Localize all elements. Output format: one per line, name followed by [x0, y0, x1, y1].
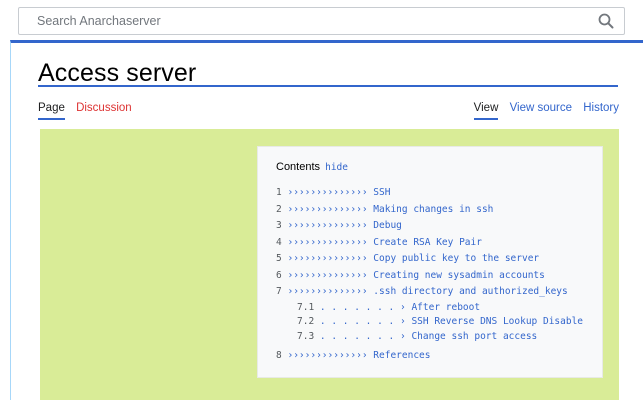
toc-subitem[interactable]: 7.1 . . . . . . . › After reboot [276, 301, 583, 316]
page-frame: Access server Page Discussion View View … [10, 40, 643, 400]
view-tabs: View View source History [466, 102, 619, 120]
tab-view-source[interactable]: View source [510, 102, 572, 118]
page-title: Access server [38, 59, 197, 87]
toc-leader: ›››››››››››››› [287, 187, 368, 198]
toc-leader: ›››››››››››››› [287, 220, 368, 231]
toc-item[interactable]: 1 ›››››››››››››› SSH [276, 185, 583, 202]
toc-link[interactable]: Making changes in ssh [373, 204, 493, 215]
toc-number: 3 [276, 220, 282, 231]
toc-number: 7.3 [297, 330, 315, 342]
toc-number: 5 [276, 253, 282, 264]
toc-link[interactable]: .ssh directory and authorized_keys [373, 286, 567, 297]
toc-link[interactable]: Copy public key to the server [373, 253, 539, 264]
toc-number: 6 [276, 269, 282, 281]
namespace-tabs: Page Discussion [38, 102, 140, 120]
toc-number: 7.2 [297, 316, 315, 327]
toc-subitem[interactable]: 7.2 . . . . . . . › SSH Reverse DNS Look… [276, 315, 583, 330]
tab-page[interactable]: Page [38, 102, 65, 120]
toc-link[interactable]: Creating new sysadmin accounts [373, 270, 545, 281]
tab-view[interactable]: View [473, 102, 499, 120]
toc-leader: ›››››››››››››› [287, 253, 368, 264]
toc-title: Contents [276, 161, 321, 173]
toc-number: 4 [276, 236, 282, 248]
toc-number: 2 [276, 203, 282, 215]
toc-item[interactable]: 3 ›››››››››››››› Debug [276, 218, 583, 235]
toc-link[interactable]: References [373, 350, 430, 361]
toc-link[interactable]: SSH Reverse DNS Lookup Disable [411, 316, 583, 327]
toc-link[interactable]: SSH [373, 187, 390, 198]
toc-subitem[interactable]: 7.3 . . . . . . . › Change ssh port acce… [276, 330, 583, 345]
toc-number: 1 [276, 187, 282, 198]
toc-number: 7.1 [297, 301, 315, 313]
toc-item[interactable]: 2 ›››››››››››››› Making changes in ssh [276, 202, 583, 219]
search-icon[interactable] [598, 13, 614, 29]
toc-leader: ›››››››››››››› [287, 269, 368, 281]
toc-hide-toggle[interactable]: hide [325, 162, 348, 173]
toc-link[interactable]: Create RSA Key Pair [373, 237, 482, 248]
top-bar [0, 0, 643, 38]
table-of-contents: Contents hide 1 ›››››››››››››› SSH 2 ›››… [257, 146, 603, 378]
toc-item[interactable]: 7 ›››››››››››››› .ssh directory and auth… [276, 284, 583, 301]
toc-list: 1 ›››››››››››››› SSH 2 ›››››››››››››› Ma… [276, 185, 583, 365]
toc-leader: . . . . . . . › [319, 330, 406, 342]
title-divider [38, 85, 618, 87]
toc-leader: . . . . . . . › [319, 301, 406, 313]
toc-number: 7 [276, 286, 282, 297]
toc-link[interactable]: Change ssh port access [411, 331, 537, 342]
toc-item[interactable]: 6 ›››››››››››››› Creating new sysadmin a… [276, 268, 583, 285]
tab-discussion[interactable]: Discussion [76, 102, 132, 118]
tab-history[interactable]: History [583, 102, 619, 118]
page-content: Contents hide 1 ›››››››››››››› SSH 2 ›››… [40, 129, 619, 400]
toc-link[interactable]: After reboot [411, 302, 480, 313]
toc-leader: . . . . . . . › [319, 316, 406, 327]
toc-item[interactable]: 8 ›››››››››››››› References [276, 348, 583, 365]
toc-item[interactable]: 4 ›››››››››››››› Create RSA Key Pair [276, 235, 583, 252]
search-input[interactable] [19, 8, 589, 34]
search-box[interactable] [18, 7, 625, 35]
toc-leader: ›››››››››››››› [287, 286, 368, 297]
toc-leader: ›››››››››››››› [287, 350, 368, 361]
toc-item[interactable]: 5 ›››››››››››››› Copy public key to the … [276, 251, 583, 268]
toc-heading: Contents hide [276, 161, 348, 173]
toc-leader: ›››››››››››››› [287, 203, 368, 215]
toc-leader: ›››››››››››››› [287, 236, 368, 248]
toc-link[interactable]: Debug [373, 220, 402, 231]
toc-number: 8 [276, 350, 282, 361]
